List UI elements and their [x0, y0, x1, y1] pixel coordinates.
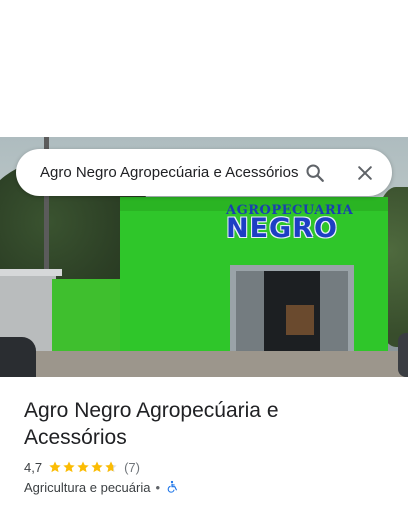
rating-row[interactable]: 4,7 (7)	[24, 458, 140, 476]
review-count: (7)	[124, 459, 140, 475]
photo-door-glass-right	[320, 271, 348, 357]
map-blank-area	[0, 0, 408, 137]
photo-door-glass-left	[236, 271, 264, 357]
photo-car-right	[398, 333, 408, 377]
search-input[interactable]: Agro Negro Agropecúaria e Acessórios	[40, 163, 302, 182]
star-icon	[91, 461, 103, 473]
close-icon	[358, 166, 372, 180]
star-icon	[49, 461, 61, 473]
search-button[interactable]	[299, 157, 331, 189]
close-button[interactable]	[349, 157, 381, 189]
star-icon	[63, 461, 75, 473]
search-bar[interactable]: Agro Negro Agropecúaria e Acessórios	[16, 149, 392, 196]
separator-dot: •	[155, 479, 161, 495]
rating-value: 4,7	[24, 459, 43, 475]
category-label: Agricultura e pecuária	[24, 479, 151, 495]
place-title: Agro Negro Agropecúaria e Acessórios	[24, 399, 279, 449]
rating-stars	[48, 460, 118, 474]
photo-ground	[0, 351, 408, 377]
star-half-icon	[105, 461, 117, 473]
photo-grey-wall-top	[0, 269, 62, 276]
category-row: Agricultura e pecuária •	[24, 478, 179, 496]
photo-car	[0, 337, 36, 377]
photo-shelf	[286, 305, 314, 335]
star-icon	[77, 461, 89, 473]
search-icon	[306, 164, 324, 182]
photo-sign-big: NEGRO	[226, 213, 338, 244]
wheelchair-icon	[167, 480, 178, 493]
